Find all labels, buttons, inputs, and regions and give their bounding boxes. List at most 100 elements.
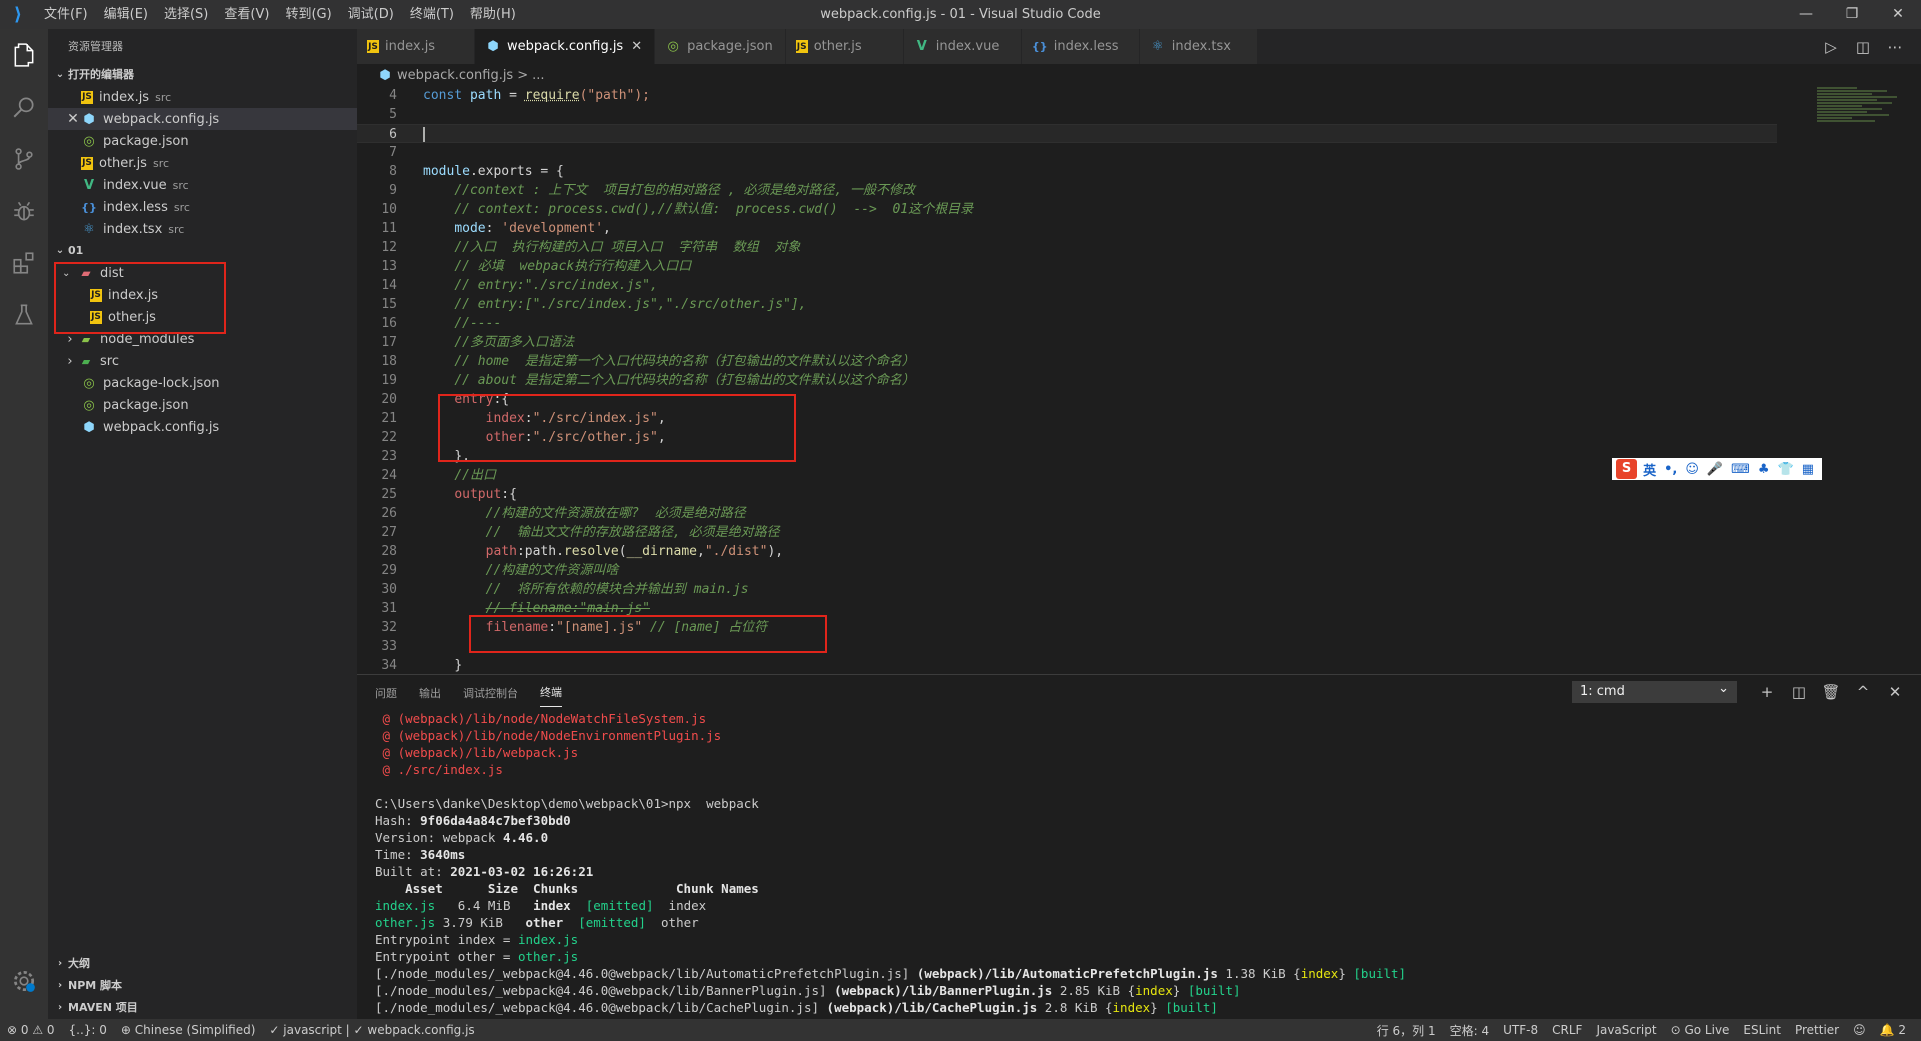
terminal-text: [./node_modules/_webpack@4.46.0@webpack/…	[375, 1000, 827, 1015]
tree-file[interactable]: ◎ package.json	[48, 394, 357, 416]
terminal-text: Version: webpack	[375, 830, 503, 845]
json-file-icon: ◎	[83, 397, 95, 413]
run-icon[interactable]: ▷	[1815, 38, 1847, 56]
code-comment: // context: process.cwd(),//默认值: process…	[454, 202, 974, 217]
ime-keyboard-icon[interactable]: ⌨	[1731, 462, 1750, 477]
terminal-line: Entrypoint index = index.js	[375, 931, 1921, 948]
terminal-select[interactable]: 1: cmd	[1572, 678, 1737, 703]
encoding-status[interactable]: UTF-8	[1496, 1023, 1545, 1037]
tree-folder[interactable]: › ▰ src	[48, 350, 357, 372]
breadcrumb-file[interactable]: webpack.config.js	[397, 68, 513, 83]
tab-terminal[interactable]: 终端	[540, 678, 562, 707]
eslint-status[interactable]: ESLint	[1736, 1023, 1788, 1037]
indentation-status[interactable]: 空格: 4	[1443, 1022, 1497, 1039]
testing-flask-icon[interactable]	[0, 289, 48, 341]
folder-header[interactable]: ⌄ 01	[48, 240, 357, 262]
open-editor-item[interactable]: JS index.js src	[48, 86, 357, 108]
ime-toolbar[interactable]: S 英 •, ☺ 🎤 ⌨ ♣ 👕 ▦	[1612, 458, 1822, 480]
ime-punct-icon[interactable]: •,	[1664, 462, 1677, 477]
open-editors-header[interactable]: ⌄ 打开的编辑器	[48, 64, 357, 86]
maven-header[interactable]: › MAVEN 项目	[48, 997, 357, 1019]
split-editor-icon[interactable]: ◫	[1847, 38, 1879, 56]
close-tab-icon[interactable]: ✕	[631, 39, 642, 54]
ime-lang-item[interactable]: 英	[1643, 460, 1656, 479]
open-editor-item[interactable]: V index.vue src	[48, 174, 357, 196]
menu-selection[interactable]: 选择(S)	[156, 0, 216, 29]
cursor-position-status[interactable]: 行 6，列 1	[1370, 1022, 1443, 1039]
breadcrumb-more[interactable]: ...	[532, 68, 544, 83]
new-terminal-icon[interactable]: +	[1751, 683, 1783, 701]
menu-terminal[interactable]: 终端(T)	[402, 0, 462, 29]
selection-status[interactable]: {..}: 0	[62, 1023, 114, 1037]
split-terminal-icon[interactable]: ◫	[1783, 683, 1815, 701]
feedback-icon[interactable]: ☺	[1846, 1023, 1873, 1037]
code-editor[interactable]: 4 const path = require("path"); 5 6 7 8 mo…	[357, 86, 1921, 674]
eol-status[interactable]: CRLF	[1545, 1023, 1589, 1037]
code-line: 5	[357, 105, 1777, 124]
ime-emoji-icon[interactable]: ☺	[1685, 462, 1699, 477]
tab-debug-console[interactable]: 调试控制台	[463, 679, 518, 707]
notifications-icon[interactable]: 🔔 2	[1873, 1023, 1913, 1037]
ime-mic-icon[interactable]: 🎤	[1707, 462, 1723, 477]
debug-icon[interactable]	[0, 185, 48, 237]
tab-problems[interactable]: 问题	[375, 679, 397, 707]
tab-output[interactable]: 输出	[419, 679, 441, 707]
close-window-icon[interactable]: ✕	[1875, 0, 1921, 29]
tab-other-js[interactable]: JS other.js	[785, 29, 904, 64]
open-editor-item[interactable]: JS other.js src	[48, 152, 357, 174]
close-editor-icon[interactable]: ✕	[65, 111, 81, 127]
menu-help[interactable]: 帮助(H)	[462, 0, 524, 29]
tab-index-less[interactable]: {} index.less	[1021, 29, 1140, 64]
activity-bar	[0, 29, 48, 1019]
minimize-icon[interactable]: —	[1783, 0, 1829, 29]
tab-index-js[interactable]: JS index.js	[357, 29, 475, 64]
line-number: 34	[381, 658, 397, 673]
terminal-text: Built at:	[375, 864, 451, 879]
ime-tool-icon[interactable]: ♣	[1758, 462, 1770, 477]
terminal-output[interactable]: @ (webpack)/lib/node/NodeWatchFileSystem…	[357, 710, 1921, 1016]
menu-debug[interactable]: 调试(D)	[340, 0, 402, 29]
tree-file[interactable]: ◎ package-lock.json	[48, 372, 357, 394]
tab-webpack-config[interactable]: ⬢ webpack.config.js ✕	[475, 29, 656, 64]
menu-edit[interactable]: 编辑(E)	[96, 0, 156, 29]
terminal-line: Entrypoint other = other.js	[375, 948, 1921, 965]
language-pack-status[interactable]: ⊕ Chinese (Simplified)	[114, 1023, 262, 1037]
more-actions-icon[interactable]: ⋯	[1879, 38, 1911, 56]
minimap[interactable]	[1817, 86, 1907, 146]
npm-scripts-header[interactable]: › NPM 脚本	[48, 975, 357, 997]
json-file-icon: ◎	[667, 39, 679, 54]
tree-file[interactable]: ⬢ webpack.config.js	[48, 416, 357, 438]
open-editor-item-active[interactable]: ✕ ⬢ webpack.config.js	[48, 108, 357, 130]
close-panel-icon[interactable]: ✕	[1879, 683, 1911, 701]
code-comment: // home 是指定第一个入口代码块的名称（打包输出的文件默认以这个命名）	[454, 354, 915, 369]
open-editor-item[interactable]: {} index.less src	[48, 196, 357, 218]
go-live-button[interactable]: ⊙ Go Live	[1664, 1023, 1737, 1037]
source-control-icon[interactable]	[0, 133, 48, 185]
ime-skin-icon[interactable]: 👕	[1778, 462, 1794, 477]
maximize-panel-icon[interactable]: ^	[1847, 683, 1879, 701]
menu-go[interactable]: 转到(G)	[277, 0, 339, 29]
tab-index-vue[interactable]: V index.vue	[903, 29, 1022, 64]
open-editor-desc: src	[172, 178, 189, 192]
prettier-status[interactable]: Prettier	[1788, 1023, 1846, 1037]
trash-icon[interactable]: 🗑	[1815, 683, 1847, 701]
language-mode-status[interactable]: JavaScript	[1589, 1023, 1663, 1037]
tab-index-tsx[interactable]: ⚛ index.tsx	[1139, 29, 1258, 64]
tab-package-json[interactable]: ◎ package.json	[655, 29, 786, 64]
open-editor-item[interactable]: ◎ package.json	[48, 130, 357, 152]
outline-header[interactable]: › 大纲	[48, 953, 357, 975]
open-editor-item[interactable]: ⚛ index.tsx src	[48, 218, 357, 240]
settings-gear-icon[interactable]	[0, 955, 48, 1007]
extensions-icon[interactable]	[0, 237, 48, 289]
menu-view[interactable]: 查看(V)	[216, 0, 277, 29]
menu-file[interactable]: 文件(F)	[36, 0, 96, 29]
restore-icon[interactable]: ❐	[1829, 0, 1875, 29]
chevron-right-icon: ›	[57, 958, 63, 969]
explorer-icon[interactable]	[0, 29, 48, 81]
problems-status[interactable]: ⊗ 0 ⚠ 0	[0, 1023, 62, 1037]
tsc-status[interactable]: ✓ javascript | ✓ webpack.config.js	[262, 1023, 481, 1037]
ime-menu-icon[interactable]: ▦	[1802, 462, 1814, 477]
breadcrumb: ⬢ webpack.config.js > ...	[357, 64, 1921, 86]
search-icon[interactable]	[0, 81, 48, 133]
terminal-text: (webpack)/lib/BannerPlugin.js	[834, 983, 1053, 998]
